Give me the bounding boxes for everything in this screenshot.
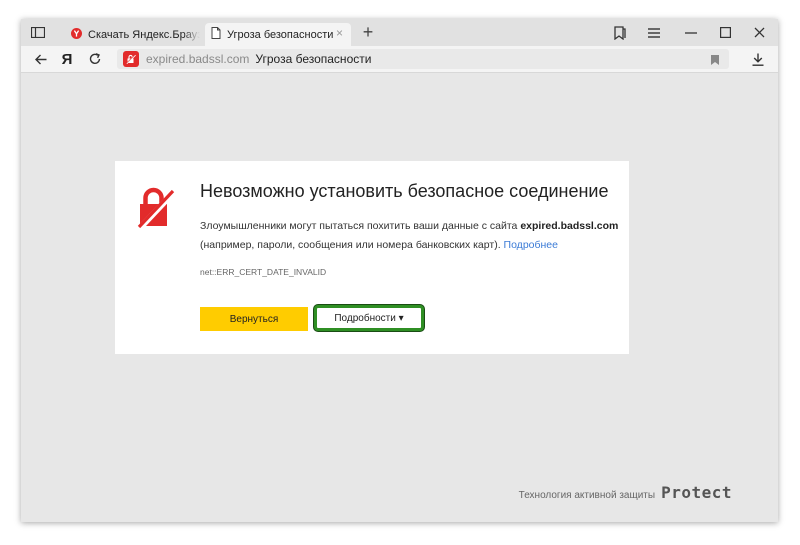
protect-logo: Protect: [661, 483, 732, 502]
page-icon: [211, 27, 221, 42]
message-domain: expired.badssl.com: [520, 220, 619, 232]
go-back-button[interactable]: Вернуться: [200, 307, 308, 331]
protect-description: Технология активной защиты: [518, 490, 656, 501]
message-text-continued: (например, пароли, сообщения или номера …: [200, 239, 504, 251]
tab-security-threat[interactable]: Угроза безопасности ×: [205, 23, 351, 46]
address-field[interactable]: expired.badssl.com Угроза безопасности: [117, 49, 729, 69]
new-tab-icon[interactable]: +: [357, 19, 379, 46]
close-tab-icon[interactable]: ×: [336, 26, 343, 40]
url-page-title: Угроза безопасности: [255, 52, 372, 66]
yandex-favicon-icon: [71, 27, 82, 42]
bookmark-icon[interactable]: [711, 54, 719, 68]
tab-bar: Скачать Яндекс.Браузер д Угроза безопасн…: [21, 19, 778, 46]
message-text: Злоумышленники могут пытаться похитить в…: [200, 220, 521, 232]
protect-branding: Технология активной защиты Protect: [519, 483, 732, 502]
maximize-icon[interactable]: [714, 19, 736, 46]
tab-title: Угроза безопасности: [227, 28, 334, 41]
error-message: Злоумышленники могут пытаться похитить в…: [200, 217, 620, 255]
downloads-icon[interactable]: [746, 46, 770, 72]
back-arrow-icon[interactable]: [29, 46, 53, 72]
sidebar-toggle-icon[interactable]: [25, 19, 51, 46]
error-heading: Невозможно установить безопасное соедине…: [200, 181, 609, 201]
menu-icon[interactable]: [643, 19, 665, 46]
broken-lock-icon: [137, 185, 177, 234]
details-button[interactable]: Подробности ▾: [314, 305, 424, 331]
address-bar: Я expired.badssl.com Угроза безопасности: [21, 46, 778, 73]
error-card: Невозможно установить безопасное соедине…: [115, 161, 629, 354]
close-window-icon[interactable]: [748, 19, 770, 46]
error-code: net::ERR_CERT_DATE_INVALID: [200, 267, 327, 277]
tab-title: Скачать Яндекс.Браузер д: [88, 28, 200, 41]
yandex-home-button[interactable]: Я: [55, 46, 79, 72]
bookmarks-icon[interactable]: [609, 19, 631, 46]
reload-icon[interactable]: [83, 46, 107, 72]
more-info-link[interactable]: Подробнее: [504, 239, 558, 251]
minimize-icon[interactable]: [680, 19, 702, 46]
browser-window: Скачать Яндекс.Браузер д Угроза безопасн…: [21, 19, 778, 522]
url-domain: expired.badssl.com: [146, 52, 250, 66]
tab-download-yandex[interactable]: Скачать Яндекс.Браузер д: [65, 23, 205, 46]
insecure-connection-icon[interactable]: [123, 51, 139, 67]
page-content: Невозможно установить безопасное соедине…: [21, 73, 778, 522]
